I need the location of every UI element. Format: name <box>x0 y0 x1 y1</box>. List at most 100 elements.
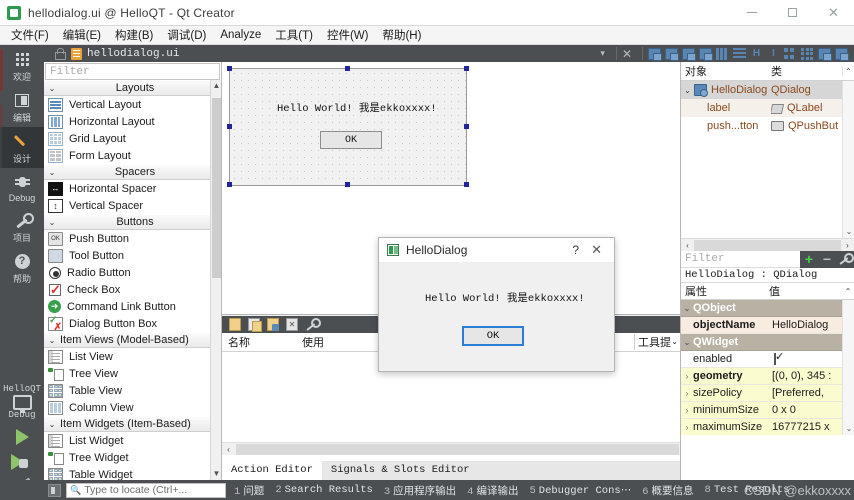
property-group-qobject[interactable]: ⌄ QObject <box>681 300 854 317</box>
output-tab-application-output[interactable]: 3 应用程序输出 <box>384 483 456 498</box>
object-inspector-hscrollbar[interactable]: ‹ › <box>681 238 854 251</box>
widget-box-filter-input[interactable]: Filter <box>45 63 220 80</box>
mode-debug[interactable]: Debug <box>0 168 44 206</box>
output-tab-search-results[interactable]: 2 Search Results <box>275 484 373 496</box>
enabled-checkbox[interactable] <box>774 353 776 365</box>
chevron-down-icon[interactable]: ▾ <box>600 48 605 59</box>
add-property-button[interactable]: + <box>800 250 818 268</box>
resize-handle-tm[interactable] <box>345 66 350 71</box>
column-header-name[interactable]: 名称 <box>222 334 302 350</box>
layout-splitter-v-icon[interactable]: I <box>767 48 780 60</box>
scrollbar-thumb[interactable] <box>212 98 221 278</box>
layout-grid-icon[interactable] <box>801 47 814 60</box>
remove-property-button[interactable]: − <box>818 250 836 268</box>
scroll-down-icon[interactable]: ⌄ <box>843 423 854 435</box>
output-tab-issues[interactable]: 1 问题 <box>234 483 264 498</box>
property-group-qwidget[interactable]: ⌄ QWidget <box>681 334 854 351</box>
maximize-button[interactable] <box>772 0 813 26</box>
minimize-button[interactable] <box>731 0 772 26</box>
action-editor-hscrollbar[interactable]: ‹ <box>222 442 680 455</box>
menu-help[interactable]: 帮助(H) <box>375 25 428 45</box>
widget-item-dialog-button-box[interactable]: Dialog Button Box <box>44 315 221 333</box>
open-file-name[interactable]: hellodialog.ui <box>87 48 179 60</box>
new-action-icon[interactable] <box>229 318 241 331</box>
resize-handle-tr[interactable] <box>464 66 469 71</box>
widget-item-table-widget[interactable]: Table Widget <box>44 466 221 480</box>
scroll-down-icon[interactable]: ▼ <box>211 468 221 480</box>
scrollbar-track[interactable] <box>694 239 841 251</box>
resize-handle-br[interactable] <box>464 182 469 187</box>
configure-icon[interactable] <box>305 318 321 331</box>
dialog-ok-button[interactable]: OK <box>462 326 524 346</box>
output-tab-compile-output[interactable]: 4 编译输出 <box>467 483 518 498</box>
chevron-right-icon[interactable]: › <box>681 406 693 415</box>
widget-item-horizontal-layout[interactable]: Horizontal Layout <box>44 113 221 130</box>
widget-group-item-widgets[interactable]: ⌄ Item Widgets (Item-Based) <box>44 416 221 432</box>
property-row-minimumsize[interactable]: › minimumSize 0 x 0 <box>681 402 854 419</box>
column-header-tooltip[interactable]: 工具提 ⌄ <box>634 334 680 350</box>
widget-item-check-box[interactable]: Check Box <box>44 281 221 298</box>
object-row-label[interactable]: label QLabel <box>681 99 854 117</box>
edit-action-icon[interactable] <box>267 318 279 331</box>
mode-edit[interactable]: 编辑 <box>0 86 44 127</box>
debug-button[interactable] <box>11 454 33 470</box>
widget-item-list-view[interactable]: List View <box>44 348 221 365</box>
mode-welcome[interactable]: 欢迎 <box>0 45 44 86</box>
layout-vertically-icon[interactable] <box>733 47 746 60</box>
form-label[interactable]: Hello World! 我是ekkoxxxx! <box>277 100 437 115</box>
edit-widgets-icon[interactable] <box>648 47 662 61</box>
chevron-right-icon[interactable]: › <box>681 389 693 398</box>
dialog-close-button[interactable]: ✕ <box>591 242 614 258</box>
widget-item-command-link-button[interactable]: ➜ Command Link Button <box>44 298 221 315</box>
delete-action-icon[interactable]: ✕ <box>286 318 298 331</box>
widget-item-table-view[interactable]: Table View <box>44 382 221 399</box>
property-editor-rows[interactable]: ⌄ ⌄ QObject objectName HelloDialog ⌄ QWidg… <box>681 300 854 435</box>
resize-handle-bl[interactable] <box>227 182 232 187</box>
property-row-objectname[interactable]: objectName HelloDialog <box>681 317 854 334</box>
tab-signals-slots-editor[interactable]: Signals & Slots Editor <box>322 461 479 480</box>
widget-item-tool-button[interactable]: Tool Button <box>44 247 221 264</box>
property-row-geometry[interactable]: › geometry [(0, 0), 345 : <box>681 368 854 385</box>
hello-dialog-window[interactable]: HelloDialog ? ✕ Hello World! 我是ekkoxxxx!… <box>378 237 615 372</box>
widget-item-tree-widget[interactable]: Tree Widget <box>44 449 221 466</box>
column-header-object[interactable]: 对象 <box>681 63 771 79</box>
column-header-class[interactable]: 类 <box>771 63 842 79</box>
output-panes-icon[interactable] <box>48 483 61 497</box>
object-inspector-rows[interactable]: ⌄ ⌄ HelloDialog QDialog label QLabel pus… <box>681 81 854 238</box>
chevron-right-icon[interactable]: › <box>681 372 693 381</box>
scroll-left-icon[interactable]: ‹ <box>222 445 235 454</box>
column-header-property[interactable]: 属性 <box>681 283 769 299</box>
widget-item-radio-button[interactable]: Radio Button <box>44 264 221 281</box>
locator-input[interactable]: 🔍 Type to locate (Ctrl+... <box>66 482 226 498</box>
dialog-help-button[interactable]: ? <box>560 243 591 257</box>
monitor-icon[interactable] <box>12 395 32 413</box>
resize-handle-tl[interactable] <box>227 66 232 71</box>
resize-handle-mr[interactable] <box>464 124 469 129</box>
scroll-down-icon[interactable]: ⌄ <box>843 226 854 238</box>
chevron-down-icon[interactable]: ⌄ <box>681 86 694 95</box>
widget-item-vertical-spacer[interactable]: ↕ Vertical Spacer <box>44 197 221 214</box>
menu-build[interactable]: 构建(B) <box>108 25 160 45</box>
output-tab-debugger-console[interactable]: 5 Debugger Cons⋯ <box>529 484 631 497</box>
widget-box-list[interactable]: ▲ ▼ ⌄ Layouts Vertical Layout Horizontal… <box>44 80 221 480</box>
chevron-right-icon[interactable]: › <box>681 423 693 432</box>
menu-window[interactable]: 控件(W) <box>320 25 376 45</box>
widget-item-grid-layout[interactable]: Grid Layout <box>44 130 221 147</box>
layout-horizontally-icon[interactable] <box>716 47 729 60</box>
menu-file[interactable]: 文件(F) <box>4 25 56 45</box>
property-editor-vscrollbar[interactable]: ⌄ <box>842 300 854 435</box>
scroll-left-icon[interactable]: ‹ <box>681 241 694 250</box>
resize-handle-bm[interactable] <box>345 182 350 187</box>
form-ok-button[interactable]: OK <box>320 131 382 149</box>
widget-box-scrollbar[interactable]: ▲ ▼ <box>210 80 221 480</box>
property-row-maximumsize[interactable]: › maximumSize 16777215 x <box>681 419 854 435</box>
run-button[interactable] <box>15 429 29 445</box>
widget-item-list-widget[interactable]: List Widget <box>44 432 221 449</box>
widget-item-tree-view[interactable]: Tree View <box>44 365 221 382</box>
copy-action-icon[interactable] <box>248 318 262 332</box>
layout-form-icon[interactable] <box>784 47 797 60</box>
lock-icon[interactable] <box>54 48 66 60</box>
menu-tools[interactable]: 工具(T) <box>268 25 320 45</box>
menu-edit[interactable]: 编辑(E) <box>56 25 108 45</box>
resize-handle-ml[interactable] <box>227 124 232 129</box>
